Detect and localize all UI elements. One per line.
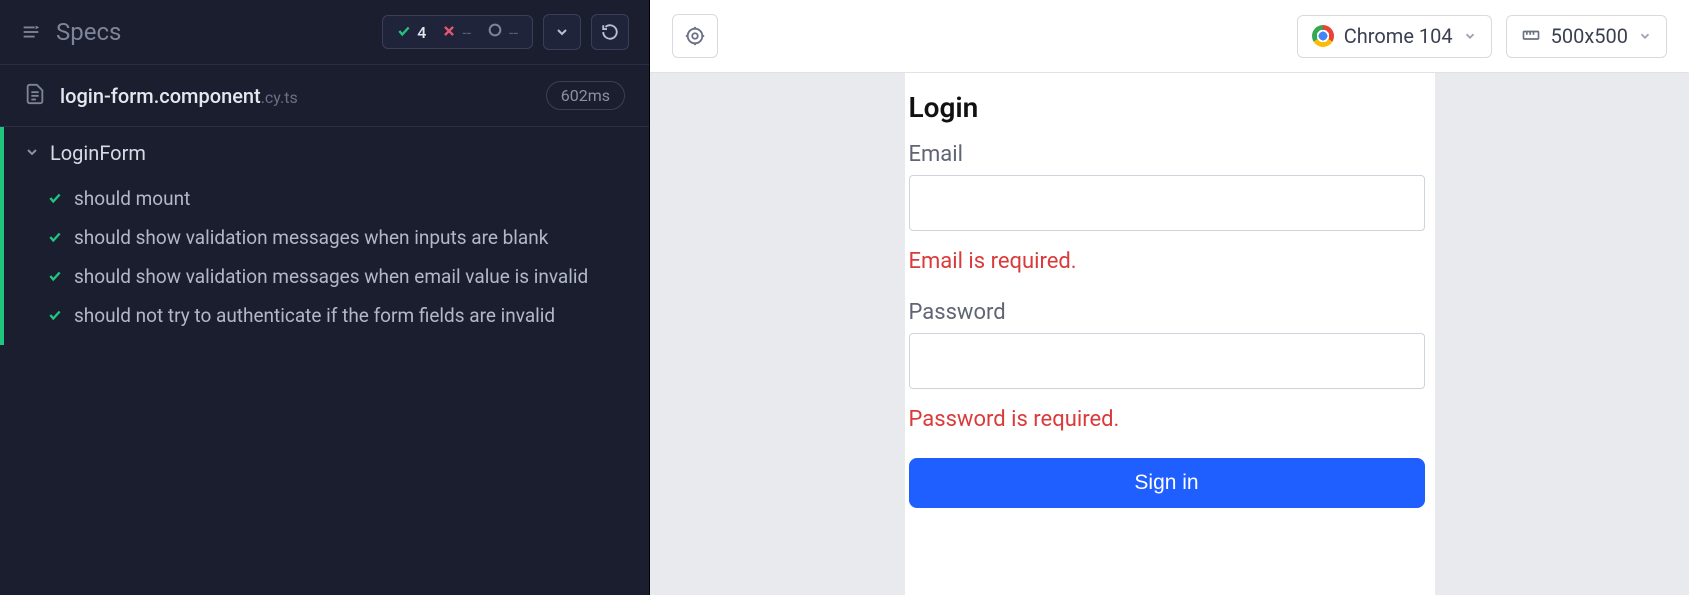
viewport-label: 500x500 bbox=[1551, 24, 1628, 48]
spec-file-name: login-form.component bbox=[60, 84, 261, 108]
check-icon bbox=[48, 265, 62, 288]
signin-button[interactable]: Sign in bbox=[909, 458, 1425, 508]
reporter-header-right: 4 -- -- bbox=[382, 14, 629, 50]
spec-file-title: login-form.component.cy.ts bbox=[60, 84, 298, 108]
spec-file-row[interactable]: login-form.component.cy.ts 602ms bbox=[0, 65, 649, 127]
stat-pending-count: -- bbox=[509, 23, 518, 42]
aut-toolbar-right: Chrome 104 500x500 bbox=[1297, 15, 1667, 58]
check-icon bbox=[48, 226, 62, 249]
suite-title: LoginForm bbox=[50, 141, 146, 165]
password-field[interactable] bbox=[909, 333, 1425, 389]
aut-toolbar: Chrome 104 500x500 bbox=[650, 0, 1689, 73]
rerun-button[interactable] bbox=[591, 14, 629, 50]
password-label: Password bbox=[909, 300, 1425, 325]
selector-playground-button[interactable] bbox=[672, 14, 718, 58]
browser-selector[interactable]: Chrome 104 bbox=[1297, 15, 1492, 58]
aut-iframe: Login Email Email is required. Password … bbox=[905, 73, 1435, 595]
spec-file-left: login-form.component.cy.ts bbox=[24, 83, 298, 109]
email-label: Email bbox=[909, 142, 1425, 167]
pending-icon bbox=[487, 22, 503, 42]
login-title: Login bbox=[909, 91, 1425, 124]
stat-passed-count: 4 bbox=[417, 23, 426, 42]
password-error: Password is required. bbox=[909, 407, 1425, 432]
chrome-icon bbox=[1312, 25, 1334, 47]
ruler-icon bbox=[1521, 24, 1541, 49]
stats-box: 4 -- -- bbox=[382, 15, 533, 49]
next-button[interactable] bbox=[543, 14, 581, 50]
test-list: should mount should show validation mess… bbox=[4, 179, 649, 345]
specs-title: Specs bbox=[56, 18, 121, 46]
suite-block: LoginForm should mount should show valid… bbox=[0, 127, 649, 345]
viewport-selector[interactable]: 500x500 bbox=[1506, 15, 1667, 58]
aut-toolbar-left bbox=[672, 14, 718, 58]
stat-failed-count: -- bbox=[462, 23, 471, 42]
aut-panel: Chrome 104 500x500 bbox=[650, 0, 1689, 595]
test-title: should show validation messages when ema… bbox=[74, 265, 588, 288]
browser-label: Chrome 104 bbox=[1344, 24, 1453, 48]
chevron-down-icon bbox=[24, 141, 40, 165]
check-icon bbox=[48, 187, 62, 210]
reporter-header: Specs 4 -- bbox=[0, 0, 649, 65]
test-item[interactable]: should not try to authenticate if the fo… bbox=[4, 296, 649, 335]
test-item[interactable]: should show validation messages when inp… bbox=[4, 218, 649, 257]
test-item[interactable]: should mount bbox=[4, 179, 649, 218]
suite-header[interactable]: LoginForm bbox=[4, 127, 649, 179]
chevron-down-icon bbox=[1638, 24, 1652, 48]
email-field[interactable] bbox=[909, 175, 1425, 231]
stat-passed: 4 bbox=[397, 23, 426, 42]
check-icon bbox=[48, 304, 62, 327]
reporter-panel: Specs 4 -- bbox=[0, 0, 650, 595]
reporter-header-left: Specs bbox=[20, 18, 121, 46]
email-error: Email is required. bbox=[909, 249, 1425, 274]
duration-pill: 602ms bbox=[546, 81, 625, 110]
spec-file-ext: .cy.ts bbox=[261, 88, 298, 107]
test-title: should show validation messages when inp… bbox=[74, 226, 548, 249]
test-title: should mount bbox=[74, 187, 190, 210]
stat-pending: -- bbox=[487, 22, 518, 42]
file-icon bbox=[24, 83, 46, 109]
check-icon bbox=[397, 23, 411, 42]
collapse-icon[interactable] bbox=[20, 21, 42, 43]
stat-failed: -- bbox=[442, 23, 471, 42]
aut-stage: Login Email Email is required. Password … bbox=[650, 73, 1689, 595]
x-icon bbox=[442, 23, 456, 42]
chevron-down-icon bbox=[1463, 24, 1477, 48]
test-title: should not try to authenticate if the fo… bbox=[74, 304, 555, 327]
test-item[interactable]: should show validation messages when ema… bbox=[4, 257, 649, 296]
